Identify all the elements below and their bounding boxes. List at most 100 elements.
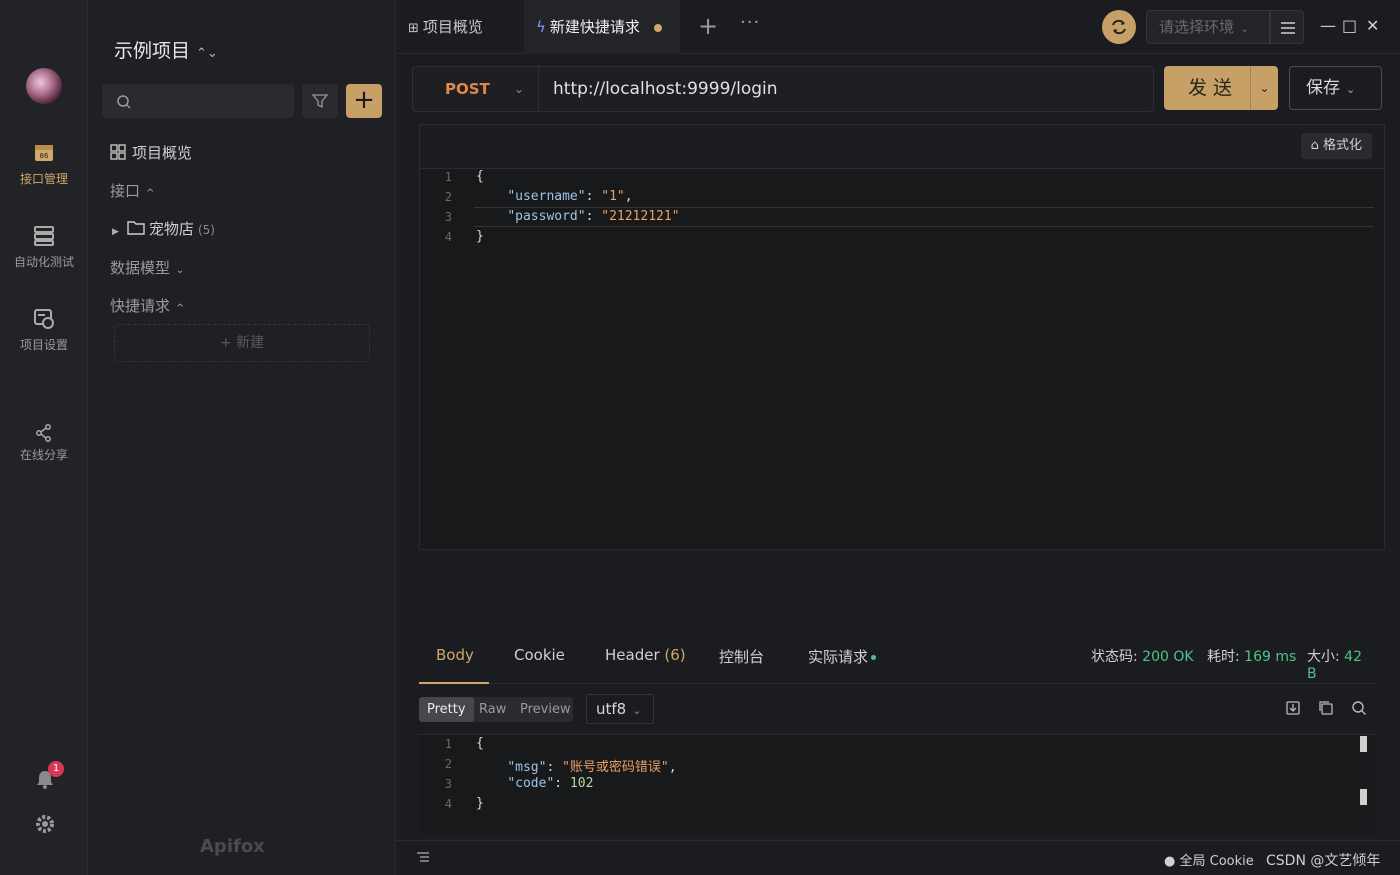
filter-button[interactable] (302, 84, 338, 118)
chevron-down-icon: ⌄ (176, 265, 185, 276)
rail-label-share: 在线分享 (19, 448, 68, 462)
method-select[interactable]: POST ⌄ (413, 67, 539, 111)
code-line: } (476, 796, 484, 811)
view-toggle: Pretty Raw Preview (419, 697, 573, 722)
sidebar-section-quick[interactable]: 快捷请求 ^ (110, 295, 184, 316)
folder-name: 宠物店 (148, 220, 194, 238)
response-size: 大小: 42 B (1307, 646, 1375, 682)
editor-toolbar: ⌂ 格式化 (420, 125, 1384, 169)
chevron-up-icon: ^ (176, 303, 185, 314)
tab-console[interactable]: 控制台 (719, 646, 764, 667)
sidebar-section-datamodel[interactable]: 数据模型 ⌄ (110, 257, 184, 278)
sidebar-item-overview[interactable]: 项目概览 (110, 142, 192, 163)
tab-actual-request[interactable]: 实际请求 (808, 646, 877, 667)
svg-text:86: 86 (40, 152, 49, 160)
cookie-label: 全局 Cookie (1179, 854, 1254, 869)
code-line: "password": "21212121" (476, 209, 679, 224)
send-label: 发送 (1188, 77, 1239, 99)
time-value: 169 ms (1244, 649, 1297, 665)
project-switcher[interactable]: 示例项目 ⌃⌄ (114, 36, 218, 63)
format-button[interactable]: ⌂ 格式化 (1300, 133, 1372, 159)
environment-select[interactable]: 请选择环境 ⌄ (1146, 10, 1270, 44)
search-input[interactable] (102, 84, 294, 118)
new-tab-button[interactable]: + (698, 12, 718, 40)
download-icon[interactable] (1285, 700, 1301, 716)
rail-label-settings: 项目设置 (19, 338, 68, 352)
status-label: 状态码: (1091, 649, 1138, 665)
rail-item-api[interactable]: 86 接口管理 (0, 142, 88, 187)
tab-overview[interactable]: ⊞ 项目概览 (396, 0, 495, 54)
status-dot (871, 655, 877, 660)
code-token: "账号或密码错误" (562, 760, 669, 775)
sync-button[interactable] (1102, 10, 1136, 44)
search-icon[interactable] (1351, 700, 1367, 716)
api-folder-icon: 86 (35, 145, 53, 161)
rail-label-autotest: 自动化测试 (13, 255, 74, 269)
project-title: 示例项目 (114, 40, 191, 62)
sidebar-folder-petstore[interactable]: ▶ 宠物店 (5) (112, 218, 215, 239)
tab-body[interactable]: Body (436, 646, 474, 664)
lightning-icon: ϟ (536, 18, 546, 36)
menu-button[interactable] (1270, 10, 1304, 44)
avatar[interactable] (26, 68, 62, 104)
tab-quick-label: 新建快捷请求 (549, 18, 640, 36)
minimize-button[interactable]: — (1320, 16, 1336, 35)
tab-quick-request[interactable]: ϟ 新建快捷请求 (524, 0, 680, 54)
gear-icon[interactable] (34, 813, 56, 835)
rail-item-autotest[interactable]: 自动化测试 (0, 225, 88, 270)
more-tabs-button[interactable]: ··· (740, 12, 760, 33)
notification-badge: 1 (48, 761, 64, 777)
add-button[interactable]: + (346, 84, 382, 118)
grid-icon: ⊞ (408, 21, 419, 36)
copy-icon[interactable] (1318, 700, 1334, 716)
send-button[interactable]: 发送 ⌄ (1164, 66, 1278, 110)
sort-icon: ⌃⌄ (196, 46, 218, 61)
close-button[interactable]: ✕ (1366, 16, 1379, 35)
code-token: : (585, 209, 602, 224)
format-label: 格式化 (1322, 138, 1362, 153)
save-button[interactable]: 保存 ⌄ (1289, 66, 1382, 110)
method-value: POST (445, 80, 490, 98)
outline-icon[interactable] (416, 851, 430, 865)
chevron-up-icon: ^ (146, 188, 155, 199)
folder-count: (5) (197, 223, 215, 237)
chevron-down-icon: ⌄ (632, 704, 642, 717)
view-pretty[interactable]: Pretty (419, 697, 474, 722)
rail-item-settings[interactable]: 项目设置 (0, 308, 88, 353)
status-value: 200 OK (1142, 649, 1194, 665)
send-dropdown-button[interactable]: ⌄ (1250, 66, 1278, 110)
url-input[interactable]: http://localhost:9999/login (553, 67, 778, 111)
share-icon (36, 424, 51, 442)
hamburger-icon (1281, 22, 1295, 34)
sidebar-section-api[interactable]: 接口 ^ (110, 180, 154, 201)
tab-bar: ⊞ 项目概览 ϟ 新建快捷请求 + ··· 请选择环境 ⌄ — □ ✕ (396, 0, 1400, 54)
encoding-select[interactable]: utf8 ⌄ (586, 694, 654, 724)
rail-item-share[interactable]: 在线分享 (0, 424, 88, 463)
code-token: 102 (569, 776, 594, 791)
scrollbar-thumb[interactable] (1360, 736, 1367, 752)
tab-overview-label: 项目概览 (422, 18, 483, 36)
code-line: "username": "1", (476, 189, 632, 204)
new-quick-request-button[interactable]: + 新建 (114, 324, 370, 362)
maximize-button[interactable]: □ (1342, 16, 1357, 35)
code-token: "code" (507, 776, 555, 791)
view-preview[interactable]: Preview (512, 697, 579, 722)
scrollbar-thumb[interactable] (1360, 789, 1367, 805)
tab-header[interactable]: Header (6) (605, 646, 686, 664)
view-raw[interactable]: Raw (471, 697, 514, 722)
folder-icon (127, 221, 145, 235)
body-editor[interactable]: ⌂ 格式化 (419, 124, 1385, 550)
global-cookie-button[interactable]: ● 全局 Cookie (1164, 850, 1254, 869)
code-token: { (476, 736, 484, 751)
active-tab-underline (419, 682, 489, 684)
search-icon (117, 95, 131, 109)
unsaved-dot (653, 23, 662, 32)
filter-icon (312, 94, 328, 109)
code-token: "msg" (507, 760, 547, 775)
code-line: "msg": "账号或密码错误", (476, 756, 676, 775)
chevron-down-icon: ⌄ (1346, 83, 1356, 96)
tab-cookie[interactable]: Cookie (514, 646, 565, 664)
code-line: } (476, 229, 484, 244)
